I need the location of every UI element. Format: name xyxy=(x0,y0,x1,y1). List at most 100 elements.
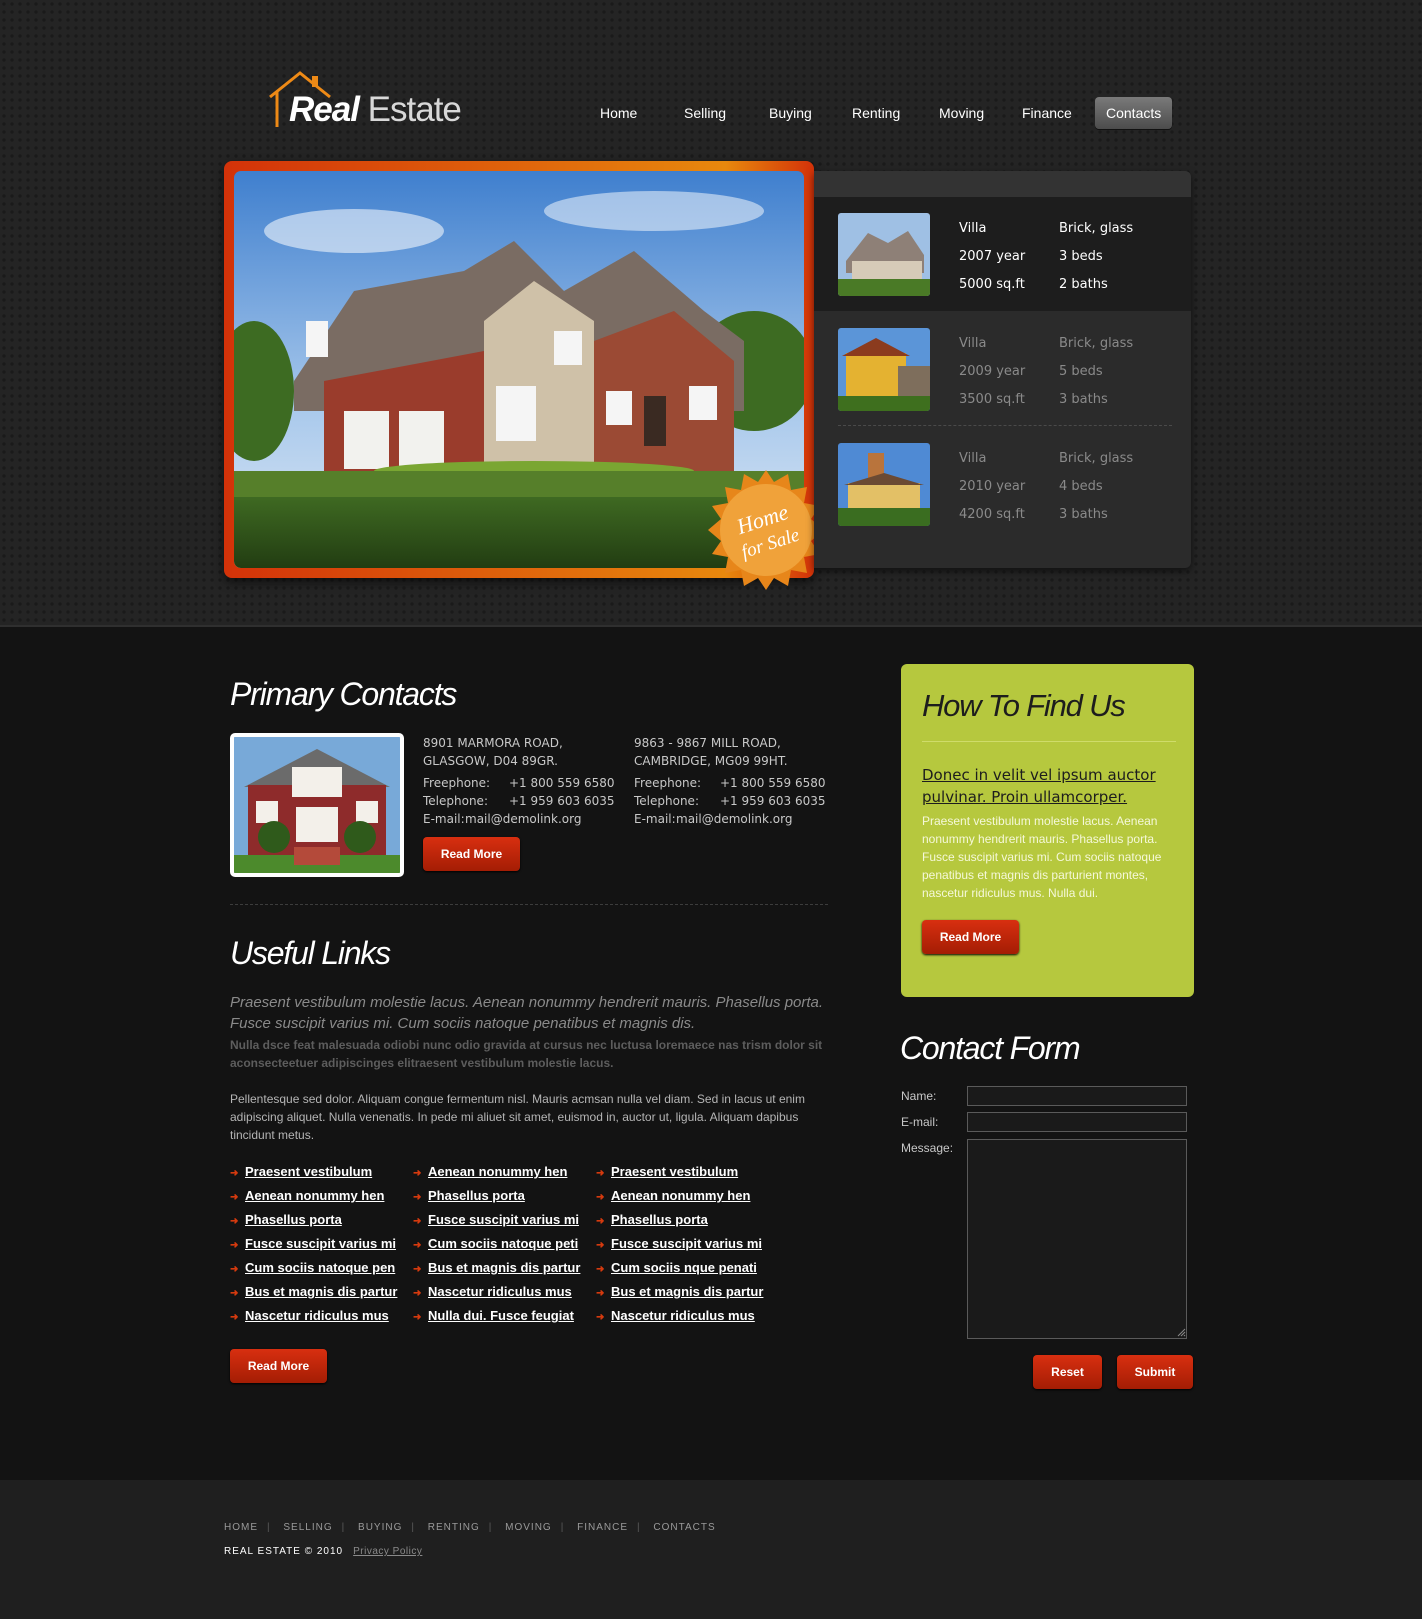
listings-panel-header xyxy=(814,171,1191,197)
footer-nav-home[interactable]: HOME xyxy=(224,1522,258,1533)
listing-item[interactable]: Villa 2009 year 3500 sq.ft Brick, glass 5 b… xyxy=(814,312,1191,426)
message-field[interactable] xyxy=(967,1139,1187,1339)
footer-nav-buying[interactable]: BUYING xyxy=(358,1522,402,1533)
link-item[interactable]: ➜ Aenean nonummy hen xyxy=(596,1186,763,1210)
contacts-read-more-button[interactable]: Read More xyxy=(423,837,520,871)
link-item[interactable]: ➜ Praesent vestibulum xyxy=(230,1162,397,1186)
arrow-right-icon: ➜ xyxy=(413,1312,422,1323)
listing-type: Villa xyxy=(959,221,987,236)
listing-item[interactable]: Villa 2007 year 5000 sq.ft Brick, glass 3 b… xyxy=(814,197,1191,311)
link-item[interactable]: ➜ Nascetur ridiculus mus xyxy=(596,1306,763,1330)
listing-area: 4200 sq.ft xyxy=(959,507,1025,522)
link-text[interactable]: Cum sociis nque penati xyxy=(611,1260,757,1275)
contact-house-photo xyxy=(230,733,404,877)
links-read-more-button[interactable]: Read More xyxy=(230,1349,327,1383)
submit-button[interactable]: Submit xyxy=(1117,1355,1193,1389)
link-text[interactable]: Nascetur ridiculus mus xyxy=(428,1284,572,1299)
arrow-right-icon: ➜ xyxy=(596,1288,605,1299)
find-us-rule xyxy=(922,741,1176,742)
listing-item[interactable]: Villa 2010 year 4200 sq.ft Brick, glass 4 b… xyxy=(814,427,1191,541)
link-item[interactable]: ➜ Cum sociis nque penati xyxy=(596,1258,763,1282)
listing-baths: 2 baths xyxy=(1059,277,1108,292)
link-text[interactable]: Bus et magnis dis partur xyxy=(428,1260,580,1275)
listing-beds: 5 beds xyxy=(1059,364,1103,379)
footer-nav-selling[interactable]: SELLING xyxy=(283,1522,332,1533)
link-text[interactable]: Bus et magnis dis partur xyxy=(245,1284,397,1299)
link-text[interactable]: Nascetur ridiculus mus xyxy=(611,1308,755,1323)
link-item[interactable]: ➜ Fusce suscipit varius mi xyxy=(230,1234,397,1258)
link-item[interactable]: ➜ Bus et magnis dis partur xyxy=(230,1282,397,1306)
link-text[interactable]: Fusce suscipit varius mi xyxy=(428,1212,579,1227)
freephone-label: Freephone: xyxy=(423,776,491,790)
link-text[interactable]: Praesent vestibulum xyxy=(245,1164,372,1179)
link-text[interactable]: Cum sociis natoque peti xyxy=(428,1236,578,1251)
link-text[interactable]: Bus et magnis dis partur xyxy=(611,1284,763,1299)
link-text[interactable]: Phasellus porta xyxy=(611,1212,708,1227)
footer-nav-moving[interactable]: MOVING xyxy=(505,1522,552,1533)
name-field[interactable] xyxy=(967,1086,1187,1106)
link-text[interactable]: Phasellus porta xyxy=(428,1188,525,1203)
email-field[interactable] xyxy=(967,1112,1187,1132)
listing-divider xyxy=(838,425,1172,426)
nav-moving[interactable]: Moving xyxy=(939,97,984,129)
link-item[interactable]: ➜ Cum sociis natoque pen xyxy=(230,1258,397,1282)
telephone-number: +1 959 603 6035 xyxy=(720,794,826,808)
listings-panel: Villa 2007 year 5000 sq.ft Brick, glass 3 b… xyxy=(814,171,1191,568)
arrow-right-icon: ➜ xyxy=(230,1192,239,1203)
link-item[interactable]: ➜ Fusce suscipit varius mi xyxy=(413,1210,580,1234)
listing-year: 2007 year xyxy=(959,249,1026,264)
address-line2: CAMBRIDGE, MG09 99HT. xyxy=(634,754,788,768)
listing-type: Villa xyxy=(959,451,987,466)
link-item[interactable]: ➜ Bus et magnis dis partur xyxy=(413,1258,580,1282)
nav-renting[interactable]: Renting xyxy=(852,97,900,129)
logo[interactable]: Real Estate xyxy=(268,70,468,130)
listing-material: Brick, glass xyxy=(1059,336,1134,351)
listing-thumb[interactable] xyxy=(838,328,930,411)
link-text[interactable]: Praesent vestibulum xyxy=(611,1164,738,1179)
link-item[interactable]: ➜ Bus et magnis dis partur xyxy=(596,1282,763,1306)
footer-separator: | xyxy=(637,1522,641,1533)
link-item[interactable]: ➜ Phasellus porta xyxy=(413,1186,580,1210)
listing-baths: 3 baths xyxy=(1059,507,1108,522)
nav-home[interactable]: Home xyxy=(600,97,637,129)
link-text[interactable]: Nascetur ridiculus mus xyxy=(245,1308,389,1323)
find-us-read-more-button[interactable]: Read More xyxy=(922,920,1019,954)
arrow-right-icon: ➜ xyxy=(230,1288,239,1299)
link-item[interactable]: ➜ Fusce suscipit varius mi xyxy=(596,1234,763,1258)
link-item[interactable]: ➜ Praesent vestibulum xyxy=(596,1162,763,1186)
reset-button[interactable]: Reset xyxy=(1033,1355,1102,1389)
link-item[interactable]: ➜ Nascetur ridiculus mus xyxy=(413,1282,580,1306)
link-text[interactable]: Aenean nonummy hen xyxy=(428,1164,567,1179)
link-item[interactable]: ➜ Nascetur ridiculus mus xyxy=(230,1306,397,1330)
nav-contacts[interactable]: Contacts xyxy=(1095,97,1173,129)
resize-handle-icon[interactable] xyxy=(1176,1327,1186,1337)
footer-nav-renting[interactable]: RENTING xyxy=(428,1522,480,1533)
privacy-policy-link[interactable]: Privacy Policy xyxy=(353,1546,422,1557)
footer: HOME | SELLING | BUYING | RENTING | MOVING | … xyxy=(0,1480,1422,1619)
link-text[interactable]: Cum sociis natoque pen xyxy=(245,1260,395,1275)
find-us-headline-link[interactable]: Donec in velit vel ipsum auctor pulvinar… xyxy=(922,764,1172,808)
link-text[interactable]: Nulla dui. Fusce feugiat xyxy=(428,1308,574,1323)
link-item[interactable]: ➜ Aenean nonummy hen xyxy=(413,1162,580,1186)
link-item[interactable]: ➜ Phasellus porta xyxy=(596,1210,763,1234)
link-text[interactable]: Aenean nonummy hen xyxy=(245,1188,384,1203)
nav-selling[interactable]: Selling xyxy=(684,97,726,129)
link-item[interactable]: ➜ Aenean nonummy hen xyxy=(230,1186,397,1210)
link-text[interactable]: Fusce suscipit varius mi xyxy=(245,1236,396,1251)
email-link[interactable]: mail@demolink.org xyxy=(676,812,792,826)
listing-thumb[interactable] xyxy=(838,443,930,526)
link-text[interactable]: Phasellus porta xyxy=(245,1212,342,1227)
footer-nav-finance[interactable]: FINANCE xyxy=(577,1522,628,1533)
listing-thumb[interactable] xyxy=(838,213,930,296)
email-link[interactable]: mail@demolink.org xyxy=(465,812,581,826)
link-text[interactable]: Aenean nonummy hen xyxy=(611,1188,750,1203)
link-item[interactable]: ➜ Phasellus porta xyxy=(230,1210,397,1234)
nav-finance[interactable]: Finance xyxy=(1022,97,1072,129)
find-us-title: How To Find Us xyxy=(922,688,1126,723)
address-block-2: 9863 - 9867 MILL ROAD, CAMBRIDGE, MG09 9… xyxy=(634,734,825,828)
link-text[interactable]: Fusce suscipit varius mi xyxy=(611,1236,762,1251)
footer-nav-contacts[interactable]: CONTACTS xyxy=(653,1522,715,1533)
link-item[interactable]: ➜ Cum sociis natoque peti xyxy=(413,1234,580,1258)
nav-buying[interactable]: Buying xyxy=(769,97,812,129)
link-item[interactable]: ➜ Nulla dui. Fusce feugiat xyxy=(413,1306,580,1330)
